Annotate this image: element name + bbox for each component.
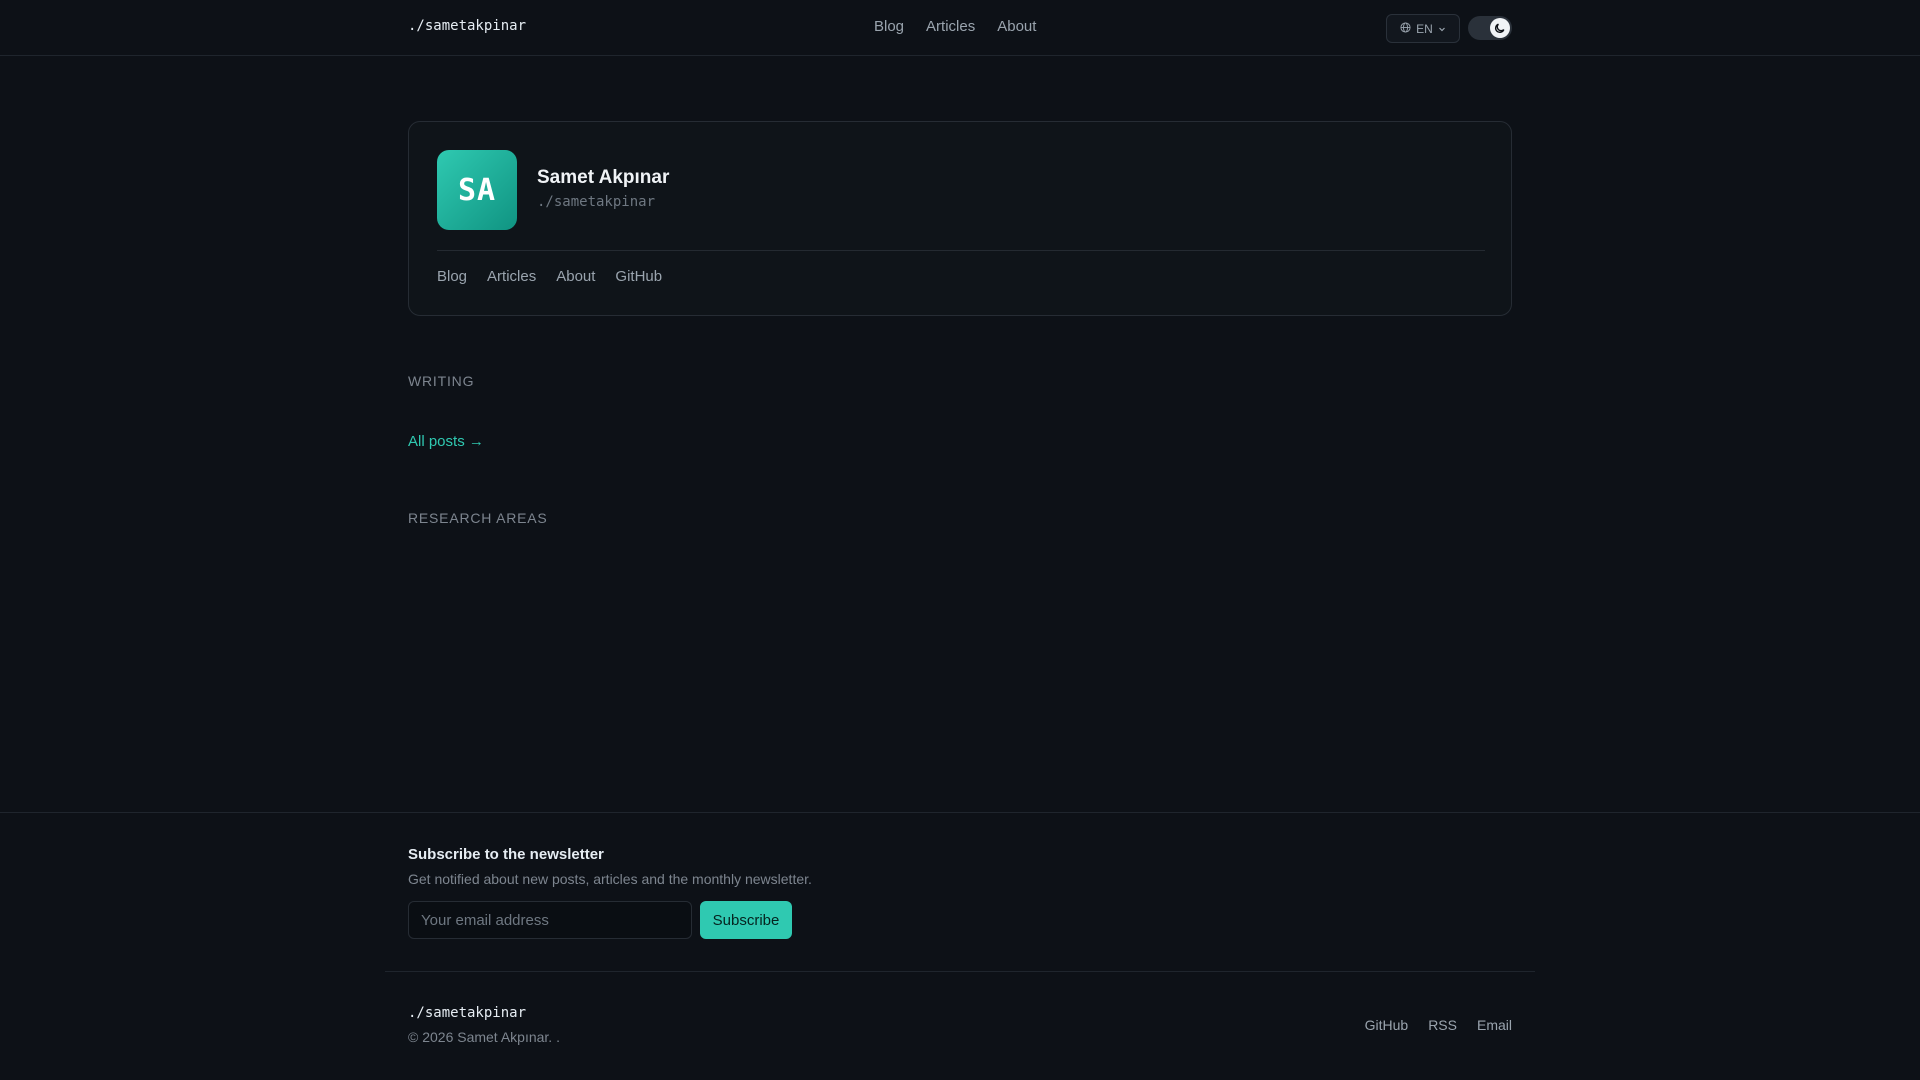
profile-card: SA Samet Akpınar ./sametakpinar Blog Art… (408, 121, 1512, 316)
nav-blog-link[interactable]: Blog (874, 18, 904, 35)
chevron-down-icon (1438, 22, 1446, 36)
top-navbar: ./sametakpinar Blog Articles About EN (0, 0, 1920, 56)
footer-divider-top (0, 812, 1920, 813)
moon-icon (1490, 18, 1510, 38)
footer-divider (385, 971, 1535, 972)
footer-link-github[interactable]: GitHub (1365, 1017, 1409, 1033)
language-selector[interactable]: EN (1386, 14, 1460, 43)
card-divider (437, 250, 1485, 251)
avatar: SA (437, 150, 517, 230)
newsletter-title: Subscribe to the newsletter (408, 846, 604, 863)
language-label: EN (1416, 21, 1433, 36)
research-areas-heading: RESEARCH AREAS (408, 510, 548, 526)
profile-link-about[interactable]: About (556, 268, 595, 285)
footer-link-email[interactable]: Email (1477, 1017, 1512, 1033)
profile-links: Blog Articles About GitHub (437, 268, 662, 285)
footer-link-rss[interactable]: RSS (1428, 1017, 1457, 1033)
nav-about-link[interactable]: About (997, 18, 1036, 35)
footer-brand: ./sametakpinar (408, 1005, 527, 1021)
subscribe-button[interactable]: Subscribe (700, 901, 792, 939)
profile-link-github[interactable]: GitHub (615, 268, 662, 285)
main-nav: Blog Articles About (874, 18, 1036, 35)
writing-heading: WRITING (408, 373, 475, 389)
site-logo-link[interactable]: ./sametakpinar (408, 18, 526, 34)
theme-toggle[interactable] (1468, 16, 1512, 40)
nav-articles-link[interactable]: Articles (926, 18, 975, 35)
email-input[interactable] (408, 901, 692, 939)
profile-handle: ./sametakpinar (537, 194, 656, 210)
newsletter-subtitle: Get notified about new posts, articles a… (408, 871, 812, 887)
profile-link-blog[interactable]: Blog (437, 268, 467, 285)
profile-link-articles[interactable]: Articles (487, 268, 536, 285)
profile-name: Samet Akpınar (537, 167, 670, 188)
copyright-text: © 2026 Samet Akpınar. . (408, 1029, 560, 1045)
all-posts-link[interactable]: All posts → (408, 433, 484, 450)
globe-icon (1400, 21, 1411, 36)
footer-links: GitHub RSS Email (1365, 1017, 1512, 1033)
